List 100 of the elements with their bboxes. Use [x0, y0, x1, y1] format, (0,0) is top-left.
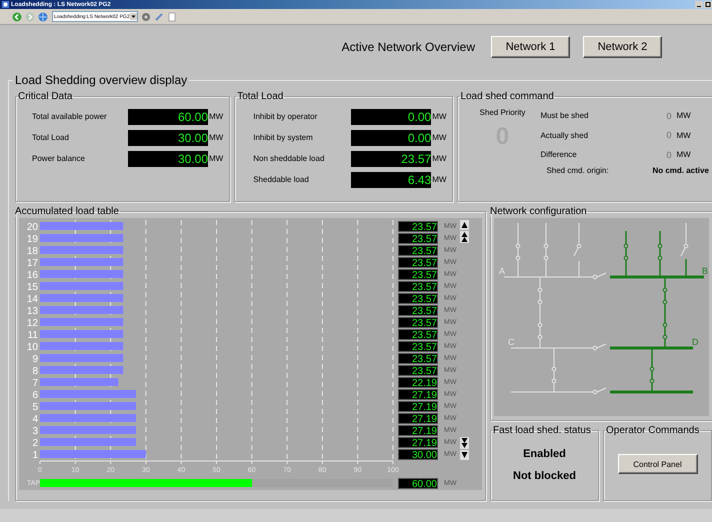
- bus-label: A: [499, 266, 506, 276]
- value-display: 22.19: [398, 376, 438, 388]
- group-title: Load shed command: [459, 91, 555, 102]
- status-text: Not blocked: [513, 470, 576, 482]
- maximize-icon[interactable]: [704, 1, 712, 8]
- unit-label: MW: [432, 112, 446, 121]
- unit-label: MW: [209, 154, 224, 163]
- row-number: 3: [32, 426, 38, 437]
- value-display: 0.00: [351, 108, 432, 124]
- value-display: 30.00: [128, 130, 208, 146]
- row-number: 6: [32, 390, 38, 401]
- unit-label: MW: [209, 133, 224, 142]
- bus-label: B: [702, 266, 708, 276]
- app-icon: [2, 1, 9, 8]
- bus-label: C: [508, 337, 514, 347]
- unit-label: MW: [432, 154, 446, 163]
- field-label: Non sheddable load: [252, 154, 326, 163]
- network-button[interactable]: Network 1: [491, 36, 570, 58]
- value-display: 23.57: [398, 244, 438, 256]
- value-display: 27.19: [398, 436, 438, 448]
- unit-label: MW: [676, 130, 691, 140]
- field-label: Shed Priority: [480, 108, 526, 117]
- value-display: 30.00: [128, 150, 208, 166]
- group-title: Network configuration: [489, 206, 588, 217]
- field-label: Inhibit by operator: [252, 112, 318, 121]
- bus-label: D: [692, 337, 698, 347]
- value-display: 30.00: [398, 448, 438, 460]
- group-title: Total Load: [236, 91, 284, 102]
- group-title: Operator Commands: [605, 425, 700, 436]
- row-number: 2: [32, 438, 38, 449]
- unit-label: MW: [209, 112, 224, 121]
- field-label: Power balance: [31, 154, 86, 163]
- row-number: 5: [32, 402, 38, 413]
- globe-icon[interactable]: [38, 12, 49, 22]
- group-title: Fast load shed. status: [492, 425, 592, 436]
- value-display: 23.57: [398, 220, 438, 232]
- row-number: 12: [26, 318, 38, 329]
- row-number: 16: [26, 270, 38, 281]
- field-label: Sheddable load: [252, 175, 310, 184]
- group-title: Critical Data: [17, 91, 74, 102]
- row-number: 8: [32, 366, 38, 377]
- value-display: 23.57: [398, 304, 438, 316]
- value-display: 60.00: [128, 108, 208, 124]
- value-display: 60.00: [398, 478, 438, 488]
- value-display: 23.57: [398, 256, 438, 268]
- field-label: Difference: [540, 150, 578, 160]
- value-display: 0: [666, 150, 672, 160]
- value-display: 23.57: [398, 268, 438, 280]
- page-up-icon[interactable]: [460, 231, 469, 243]
- status-text: Enabled: [523, 448, 566, 460]
- row-number: 4: [32, 414, 38, 425]
- value-display: 23.57: [398, 364, 438, 376]
- row-number: 9: [32, 354, 38, 365]
- network-button[interactable]: Network 2: [583, 36, 662, 58]
- value-display: 23.57: [398, 292, 438, 304]
- row-number: 17: [26, 258, 38, 269]
- page-down-icon[interactable]: [460, 437, 469, 449]
- scroll-down-icon[interactable]: [460, 450, 469, 460]
- value-display: 0.00: [351, 130, 432, 146]
- unit-label: MW: [676, 150, 691, 160]
- field-label: Shed cmd. origin:: [546, 166, 610, 174]
- row-number: 18: [26, 246, 38, 257]
- value-display: 0: [666, 110, 672, 121]
- page-title: Load Shedding overview display: [14, 73, 188, 87]
- value-display: 27.19: [398, 412, 438, 424]
- value-display: 27.19: [398, 424, 438, 436]
- unit-label: MW: [676, 111, 691, 120]
- row-number: 13: [26, 306, 38, 317]
- row-number: 15: [26, 282, 38, 293]
- value-display: 23.57: [398, 352, 438, 364]
- row-number: 14: [26, 294, 38, 305]
- back-icon[interactable]: [12, 12, 22, 22]
- field-label: Actually shed: [540, 130, 590, 140]
- value-display: 23.57: [398, 316, 438, 328]
- value-display: 23.57: [398, 280, 438, 292]
- group-title: Accumulated load table: [14, 206, 120, 217]
- minimize-icon[interactable]: [695, 1, 703, 8]
- unit-label: MW: [432, 175, 446, 184]
- field-label: Total available power: [31, 112, 108, 121]
- field-label: Total Load: [31, 133, 70, 142]
- row-number: 11: [28, 330, 38, 341]
- value-display: 23.57: [398, 328, 438, 340]
- value-display: 23.57: [398, 232, 438, 244]
- scroll-up-icon[interactable]: [460, 220, 469, 230]
- value-display: 27.19: [398, 400, 438, 412]
- unit-label: MW: [432, 133, 446, 142]
- row-number: 10: [26, 342, 38, 353]
- header-title: Active Network Overview: [342, 40, 475, 54]
- origin-value: No cmd. active: [652, 166, 709, 174]
- row-number: 1: [32, 450, 38, 461]
- field-label: Inhibit by system: [252, 133, 314, 142]
- dropdown-icon[interactable]: [130, 13, 137, 20]
- value-display: 6.43: [351, 172, 432, 188]
- control-panel-button[interactable]: Control Panel: [618, 454, 698, 474]
- field-label: Must be shed: [540, 111, 590, 120]
- value-display: 0: [666, 130, 672, 140]
- value-display: 27.19: [398, 388, 438, 400]
- row-number: 19: [26, 234, 38, 245]
- row-number: 20: [26, 222, 38, 233]
- value-display: 23.57: [398, 340, 438, 352]
